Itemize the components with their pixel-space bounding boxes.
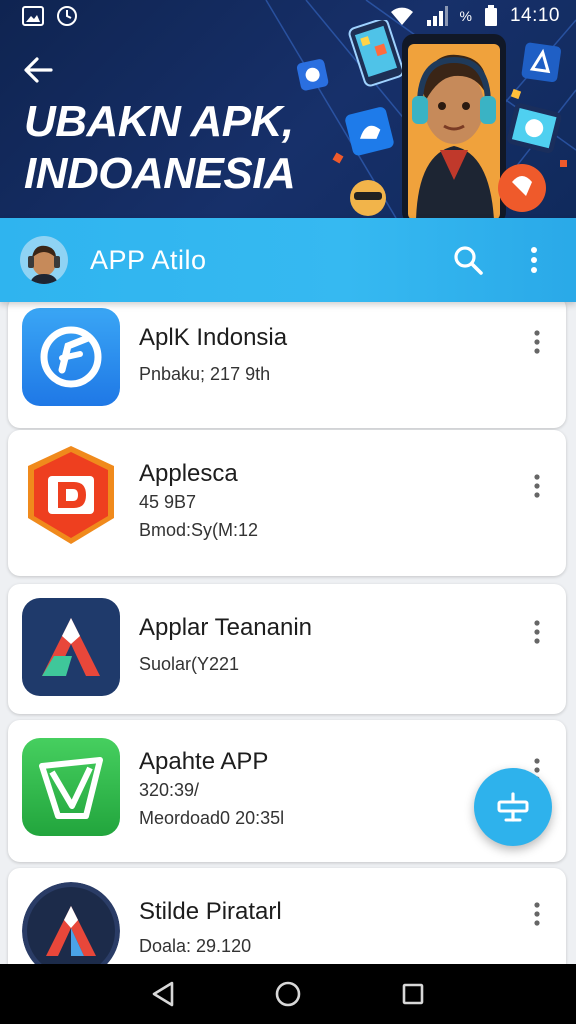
gallery-icon — [22, 6, 44, 26]
app-name: Applesca — [139, 460, 238, 487]
list-item[interactable]: Applesca 45 9B7 Bmod:Sy(M:12 — [8, 430, 566, 576]
item-more-button[interactable] — [522, 322, 552, 362]
status-left — [22, 5, 78, 27]
list-item[interactable]: AplK Indonsia Pnbaku; 217 9th — [8, 302, 566, 428]
app-logo-icon — [22, 738, 120, 836]
avatar-character-icon — [20, 236, 68, 284]
app-name: AplK Indonsia — [139, 324, 288, 351]
home-circle-icon — [275, 981, 301, 1007]
status-time: 14:10 — [509, 5, 560, 26]
battery-percent-label: % — [459, 8, 472, 24]
app-meta: Doala: 29.120 — [139, 936, 252, 956]
app-icon-5 — [22, 882, 120, 964]
app-meta-secondary: Meordoad0 20:35l — [139, 808, 285, 828]
more-vert-icon — [534, 902, 540, 926]
list-item[interactable]: Applar Teananin Suolar(Y221 — [8, 584, 566, 714]
hero-title-line1: UBAKN APK, — [24, 97, 294, 146]
app-logo-icon — [22, 882, 120, 964]
app-logo-icon — [28, 446, 114, 544]
floating-action-button[interactable] — [474, 768, 552, 846]
system-nav-bar — [0, 964, 576, 1024]
search-icon — [454, 246, 483, 275]
more-vert-icon — [534, 474, 540, 498]
nav-recents-button[interactable] — [389, 970, 437, 1018]
app-logo-icon — [22, 598, 120, 696]
nav-back-button[interactable] — [139, 970, 187, 1018]
more-vert-icon — [534, 620, 540, 644]
app-meta: Pnbaku; 217 9th — [139, 364, 271, 384]
hero-title: UBAKN APK, INDOANESIA — [24, 96, 344, 200]
signal-icon — [426, 6, 448, 26]
app-icon-4 — [22, 738, 120, 836]
hero-banner: UBAKN APK, INDOANESIA — [0, 0, 576, 218]
search-button[interactable] — [446, 238, 490, 282]
status-bar: % 14:10 — [0, 0, 576, 32]
app-meta: 45 9B7 — [139, 492, 197, 512]
clock-icon — [57, 6, 77, 26]
item-more-button[interactable] — [522, 612, 552, 652]
app-bar: APP Atilo — [0, 218, 576, 302]
more-vert-icon — [534, 330, 540, 354]
avatar[interactable] — [20, 236, 68, 284]
back-button[interactable] — [18, 50, 58, 90]
app-name: Applar Teananin — [139, 614, 313, 641]
overflow-menu-button[interactable] — [512, 238, 556, 282]
app-name: Stilde Piratarl — [139, 898, 282, 925]
app-meta: 320:39/ — [139, 780, 200, 800]
app-meta: Suolar(Y221 — [139, 654, 240, 674]
app-icon-2 — [22, 446, 120, 544]
app-bar-title: APP Atilo — [90, 244, 207, 275]
back-triangle-icon — [152, 981, 173, 1007]
app-logo-icon — [22, 308, 120, 406]
hero-title-line2: INDOANESIA — [24, 149, 296, 198]
compress-icon — [497, 792, 529, 822]
app-list: AplK Indonsia Pnbaku; 217 9th Applesca 4… — [0, 302, 576, 964]
wifi-icon — [390, 7, 413, 25]
app-icon-1 — [22, 308, 120, 406]
arrow-left-icon — [24, 57, 53, 83]
status-right: % 14:10 — [390, 5, 561, 27]
nav-home-button[interactable] — [264, 970, 312, 1018]
battery-icon — [484, 5, 497, 26]
list-item[interactable]: Stilde Piratarl Doala: 29.120 — [8, 868, 566, 964]
app-meta-secondary: Bmod:Sy(M:12 — [139, 520, 259, 540]
recents-square-icon — [403, 983, 424, 1005]
item-more-button[interactable] — [522, 466, 552, 506]
more-vert-icon — [531, 247, 537, 273]
app-icon-3 — [22, 598, 120, 696]
item-more-button[interactable] — [522, 894, 552, 934]
app-name: Apahte APP — [139, 748, 269, 775]
